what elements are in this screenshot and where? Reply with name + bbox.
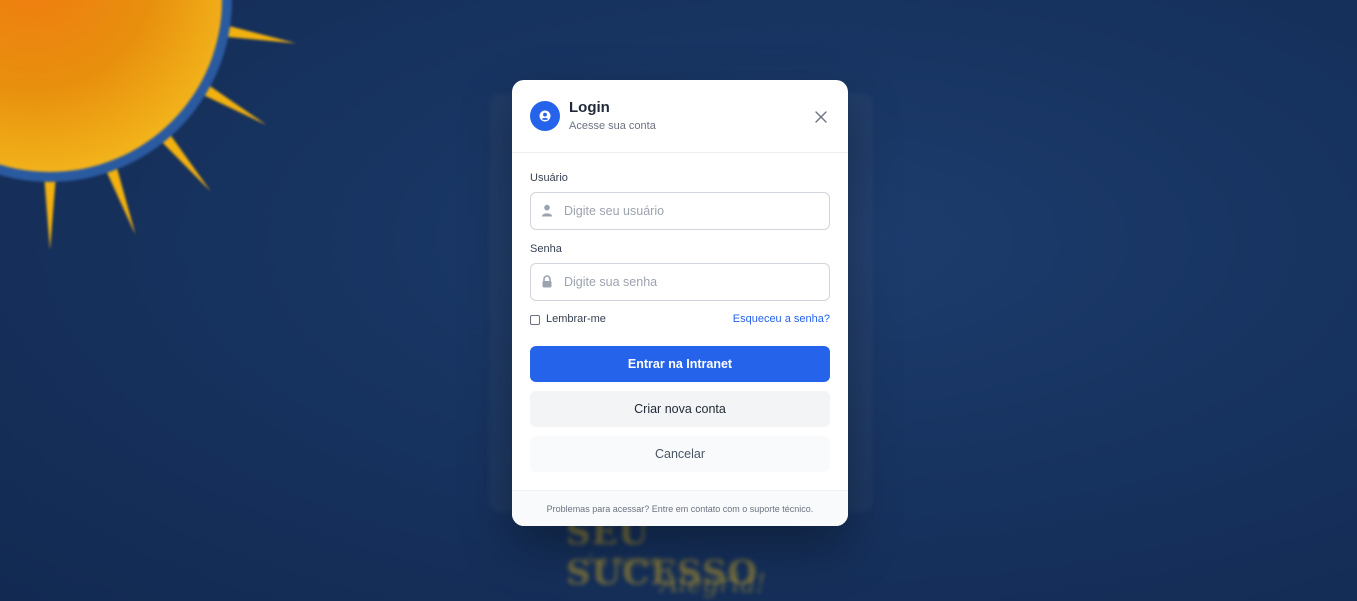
remember-label[interactable]: Lembrar-me	[546, 313, 606, 325]
support-note: Problemas para acessar? Entre em contato…	[546, 504, 814, 514]
username-field[interactable]	[530, 192, 830, 230]
username-label: Usuário	[530, 172, 568, 184]
username-input[interactable]	[564, 193, 819, 229]
user-circle-icon	[530, 101, 560, 131]
remember-row: Lembrar-me Esqueceu a senha?	[530, 313, 830, 329]
lock-icon	[542, 275, 552, 288]
password-field[interactable]	[530, 263, 830, 301]
password-input[interactable]	[564, 264, 819, 300]
sun-graphic-icon	[0, 0, 297, 250]
forgot-password-link[interactable]: Esqueceu a senha?	[733, 313, 830, 325]
password-label: Senha	[530, 243, 562, 255]
login-button[interactable]: Entrar na Intranet	[530, 346, 830, 382]
close-button[interactable]	[810, 106, 832, 128]
create-account-button[interactable]: Criar nova conta	[530, 391, 830, 427]
remember-checkbox[interactable]	[530, 315, 540, 325]
modal-footer: Problemas para acessar? Entre em contato…	[512, 490, 848, 526]
cancel-button[interactable]: Cancelar	[530, 436, 830, 472]
close-icon	[815, 111, 827, 123]
login-modal: Login Acesse sua conta Usuário Senha Lem…	[512, 80, 848, 526]
modal-subtitle: Acesse sua conta	[569, 120, 656, 132]
modal-title: Login	[569, 99, 610, 116]
slogan-line-3: Alegria!	[660, 569, 766, 599]
modal-header: Login Acesse sua conta	[512, 80, 848, 153]
slogan-line-2: é a nossa	[584, 551, 660, 570]
user-icon	[541, 204, 553, 217]
